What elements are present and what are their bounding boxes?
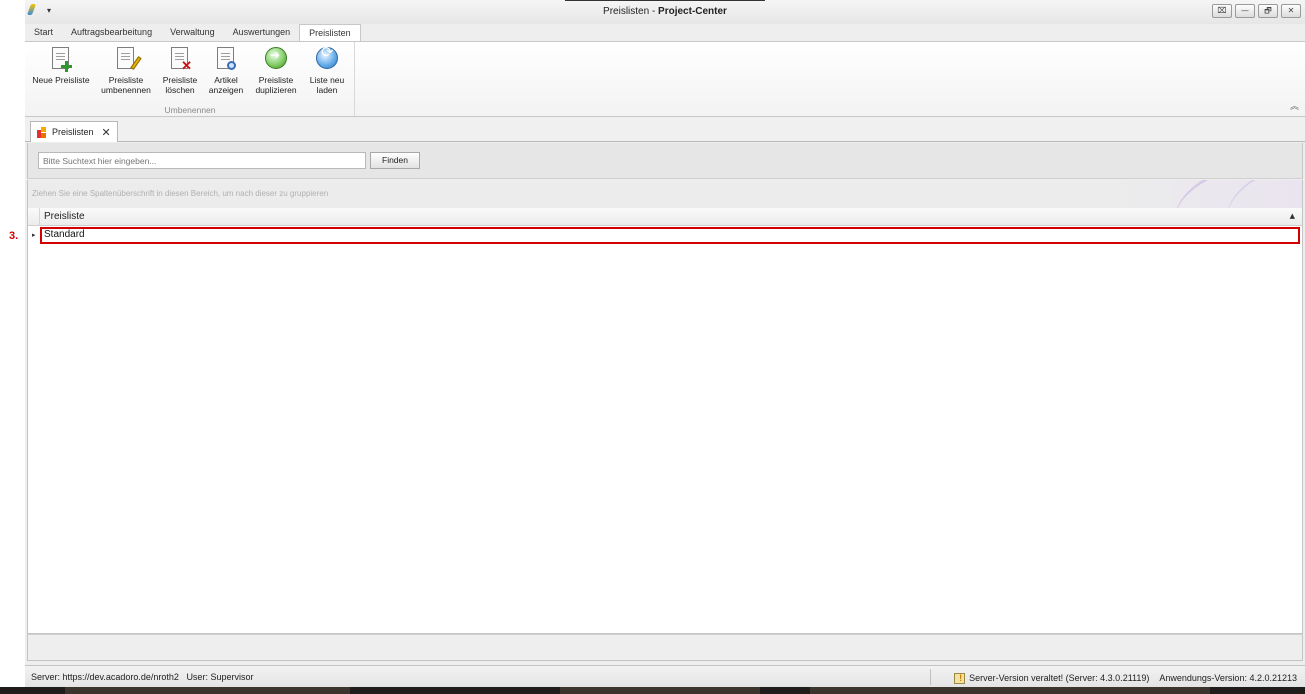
status-bar: Server: https://dev.acadoro.de/nroth2 Us…: [25, 665, 1305, 687]
group-by-hint: Ziehen Sie eine Spaltenüberschrift in di…: [32, 189, 329, 198]
app-version: Anwendungs-Version: 4.2.0.21213: [1159, 672, 1297, 683]
reload-list-label-2: laden: [316, 85, 338, 95]
duplicate-pricelist-label-2: duplizieren: [255, 85, 297, 95]
search-panel: Finden: [27, 143, 1303, 179]
view-articles-button[interactable]: Artikel anzeigen: [205, 46, 247, 95]
window-title: Preislisten - Project-Center: [25, 6, 1305, 17]
warning-icon: [954, 672, 966, 684]
document-tab-label: Preislisten: [52, 127, 94, 137]
delete-pricelist-label-2: löschen: [165, 85, 195, 95]
pricelist-icon: [37, 126, 48, 138]
view-articles-icon: [214, 46, 238, 72]
reload-list-label-1: Liste neu: [309, 75, 345, 85]
rename-pricelist-label-1: Preisliste: [108, 75, 144, 85]
row-indicator-header: [28, 208, 40, 226]
find-button[interactable]: Finden: [370, 152, 420, 169]
view-articles-label-1: Artikel: [214, 75, 238, 85]
window-controls: ⌧ — 🗗 ✕: [1212, 4, 1301, 18]
tab-start[interactable]: Start: [25, 24, 62, 41]
title-bar: ▾ Preislisten - Project-Center ⌧ — 🗗 ✕: [25, 0, 1305, 24]
window-options-button[interactable]: ⌧: [1212, 4, 1232, 18]
taskbar-segment: [810, 687, 1210, 694]
document-tab-strip: Preislisten ✕: [25, 118, 1305, 142]
column-header-preisliste[interactable]: Preisliste: [44, 211, 85, 222]
version-warning-text: Server-Version veraltet! (Server: 4.3.0.…: [969, 672, 1150, 683]
taskbar-segment: [65, 687, 350, 694]
rename-pricelist-button[interactable]: Preisliste umbenennen: [97, 46, 155, 95]
delete-document-icon: ✕: [168, 46, 192, 72]
rename-pricelist-label-2: umbenennen: [101, 85, 151, 95]
status-versions: Server-Version veraltet! (Server: 4.3.0.…: [954, 672, 1297, 684]
grid-header: Preisliste ▲: [28, 208, 1302, 226]
new-document-icon: [49, 46, 73, 72]
rename-document-icon: [114, 46, 142, 72]
ribbon-panel: Neue Preisliste Preisliste umbenennen ✕ …: [25, 41, 1305, 117]
title-accent-line: [565, 0, 765, 1]
duplicate-icon: [264, 46, 288, 72]
application-window: ▾ Preislisten - Project-Center ⌧ — 🗗 ✕ S…: [25, 0, 1305, 694]
document-tab-preislisten[interactable]: Preislisten ✕: [30, 121, 118, 142]
search-input[interactable]: [38, 152, 366, 169]
ribbon-group-label: Umbenennen: [164, 105, 216, 115]
minimize-button[interactable]: —: [1235, 4, 1255, 18]
taskbar-segment: [560, 687, 760, 694]
reload-list-button[interactable]: Liste neu laden: [305, 46, 349, 95]
close-window-button[interactable]: ✕: [1281, 4, 1301, 18]
status-server: Server: https://dev.acadoro.de/nroth2: [31, 672, 179, 682]
tab-verwaltung[interactable]: Verwaltung: [161, 24, 224, 41]
delete-pricelist-label-1: Preisliste: [162, 75, 198, 85]
highlight-annotation-box: [40, 227, 1300, 244]
annotation-step-label: 3.: [9, 230, 19, 242]
duplicate-pricelist-label-1: Preisliste: [258, 75, 294, 85]
row-indicator-icon: ▸: [32, 231, 36, 239]
ribbon-tabs: Start Auftragsbearbeitung Verwaltung Aus…: [25, 24, 1305, 42]
close-tab-icon[interactable]: ✕: [102, 126, 111, 139]
tab-preislisten[interactable]: Preislisten: [299, 24, 361, 42]
window-title-document: Preislisten -: [603, 6, 659, 17]
status-user: User: Supervisor: [186, 672, 254, 682]
ribbon-group-umbenennen: Neue Preisliste Preisliste umbenennen ✕ …: [25, 42, 355, 116]
taskbar: [0, 687, 1305, 694]
restore-button[interactable]: 🗗: [1258, 4, 1278, 18]
grid-footer: [27, 634, 1303, 661]
status-connection: Server: https://dev.acadoro.de/nroth2 Us…: [31, 672, 253, 682]
reload-icon: [315, 46, 339, 72]
delete-pricelist-button[interactable]: ✕ Preisliste löschen: [159, 46, 201, 95]
new-pricelist-label: Neue Preisliste: [32, 75, 90, 85]
duplicate-pricelist-button[interactable]: Preisliste duplizieren: [251, 46, 301, 95]
view-articles-label-2: anzeigen: [208, 85, 244, 95]
tab-auftragsbearbeitung[interactable]: Auftragsbearbeitung: [62, 24, 161, 41]
status-divider: [930, 669, 931, 685]
window-title-app: Project-Center: [658, 6, 727, 17]
version-warning: Server-Version veraltet! (Server: 4.3.0.…: [954, 672, 1150, 684]
tab-auswertungen[interactable]: Auswertungen: [224, 24, 300, 41]
new-pricelist-button[interactable]: Neue Preisliste: [29, 46, 93, 85]
group-by-panel[interactable]: Ziehen Sie eine Spaltenüberschrift in di…: [27, 180, 1303, 208]
collapse-ribbon-icon[interactable]: ︽: [1290, 99, 1299, 112]
sort-ascending-icon: ▲: [1289, 212, 1295, 220]
pricelist-grid: Preisliste ▲ ▸ Standard: [27, 208, 1303, 634]
